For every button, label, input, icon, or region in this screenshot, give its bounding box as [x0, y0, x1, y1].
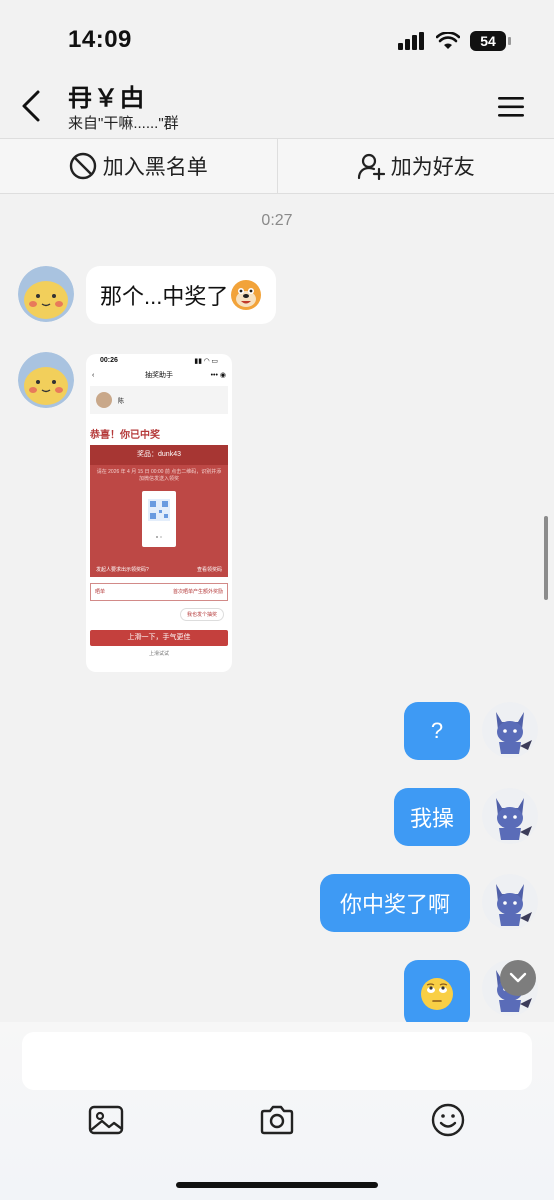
- shot-time: 00:26: [100, 357, 118, 364]
- message-bubble-own[interactable]: [404, 960, 470, 1022]
- status-time: 14:09: [68, 26, 132, 53]
- chat-title: 冄￥甴: [68, 85, 146, 112]
- dog-sticker-icon: [231, 280, 262, 310]
- message-text: 你中奖了啊: [339, 892, 450, 917]
- shot-prize-panel: 奖品：dunk43 请在 2026 年 4 月 15 日 00:00 前 点击二…: [90, 445, 228, 577]
- message-text: 那个...中奖了: [100, 284, 229, 309]
- shot-back-icon: ‹: [92, 372, 95, 379]
- status-icons: 54: [398, 30, 511, 52]
- back-icon[interactable]: [16, 86, 44, 126]
- shot-list-right: 首次晒单产生额外奖励: [172, 589, 223, 595]
- shot-button: 上滑一下，手气更佳: [90, 630, 228, 646]
- shot-footer-right: 查看领奖码: [196, 567, 222, 573]
- shot-qr-code: [142, 491, 176, 547]
- shot-avatar: [96, 392, 112, 408]
- blacklist-label: 加入黑名单: [102, 156, 208, 179]
- image-message[interactable]: 00:26 ▮▮ ◠ ▭ ‹ 抽奖助手 ••• ◉ 陈 恭喜！你已中奖 奖品：d…: [86, 354, 232, 672]
- shot-footer: 发起人要求出示领奖码? 查看领奖码: [96, 566, 222, 573]
- scroll-down-button[interactable]: [500, 960, 536, 996]
- cellular-signal-icon: [398, 32, 424, 50]
- sender-avatar[interactable]: [18, 266, 74, 322]
- shot-prize: 奖品：dunk43: [90, 445, 228, 465]
- add-user-icon: [357, 153, 385, 180]
- message-bubble-own[interactable]: ?: [404, 702, 470, 760]
- message-timestamp: 0:27: [261, 212, 293, 229]
- chat-subtitle: 来自"干嘛......"群: [68, 115, 179, 132]
- shot-status-bar: 00:26 ▮▮ ◠ ▭: [86, 354, 232, 368]
- message-text: ?: [430, 718, 444, 743]
- shot-nav-title: 抽奖助手: [145, 372, 173, 379]
- shot-more-icon: ••• ◉: [210, 372, 226, 379]
- own-avatar[interactable]: [482, 702, 538, 758]
- image-picker-button[interactable]: [86, 1100, 126, 1140]
- own-avatar[interactable]: [482, 874, 538, 930]
- own-avatar[interactable]: [482, 788, 538, 844]
- add-friend-button[interactable]: 加为好友: [276, 139, 554, 193]
- home-indicator: [176, 1182, 378, 1188]
- chat-scrollbar[interactable]: [544, 516, 548, 600]
- block-icon: [69, 152, 96, 180]
- shot-info: 请在 2026 年 4 月 15 日 00:00 前 点击二维码，识别并添加微信…: [96, 469, 222, 482]
- wifi-icon: [436, 32, 460, 49]
- chevron-down-icon: [509, 972, 527, 983]
- shot-list-label: 晒单: [95, 589, 106, 595]
- eye-roll-emoji-icon: [421, 978, 453, 1010]
- message-input[interactable]: [22, 1032, 532, 1090]
- shot-list-box: 晒单 首次晒单产生额外奖励: [90, 583, 228, 601]
- shot-hint: 上滑试试: [148, 651, 169, 657]
- add-friend-label: 加为好友: [390, 156, 475, 179]
- chat-area[interactable]: 0:27 那个...中奖了 00:26 ▮▮ ◠ ▭ ‹ 抽奖助手 ••• ◉ …: [0, 194, 554, 1022]
- chat-header: 冄￥甴 来自"干嘛......"群: [0, 76, 554, 138]
- message-bubble[interactable]: 那个...中奖了: [86, 266, 277, 324]
- shot-user-card: 陈: [90, 386, 228, 414]
- shot-congrats: 恭喜！你已中奖: [90, 430, 160, 441]
- action-bar: 加入黑名单 加为好友: [0, 138, 554, 194]
- blacklist-button[interactable]: 加入黑名单: [0, 139, 277, 193]
- message-bubble-own[interactable]: 我操: [394, 788, 470, 846]
- shot-user-name: 陈: [118, 398, 125, 405]
- battery-icon: 54: [470, 31, 511, 51]
- composer: [0, 1022, 554, 1200]
- emoji-button[interactable]: [428, 1100, 468, 1140]
- shot-signal-icon: ▮▮ ◠ ▭: [194, 358, 218, 365]
- shot-nav: ‹ 抽奖助手 ••• ◉: [86, 368, 232, 384]
- image-icon: [88, 1105, 124, 1135]
- shot-pill: 我也发个抽奖: [179, 608, 224, 621]
- camera-icon: [260, 1105, 294, 1135]
- shot-footer-left: 发起人要求出示领奖码?: [96, 567, 149, 573]
- message-text: 我操: [409, 806, 454, 831]
- sender-avatar[interactable]: [18, 352, 74, 408]
- status-bar: 14:09 54: [0, 0, 554, 76]
- camera-button[interactable]: [257, 1100, 297, 1140]
- menu-icon[interactable]: [498, 96, 524, 118]
- message-bubble-own[interactable]: 你中奖了啊: [320, 874, 470, 932]
- smiley-icon: [431, 1103, 465, 1137]
